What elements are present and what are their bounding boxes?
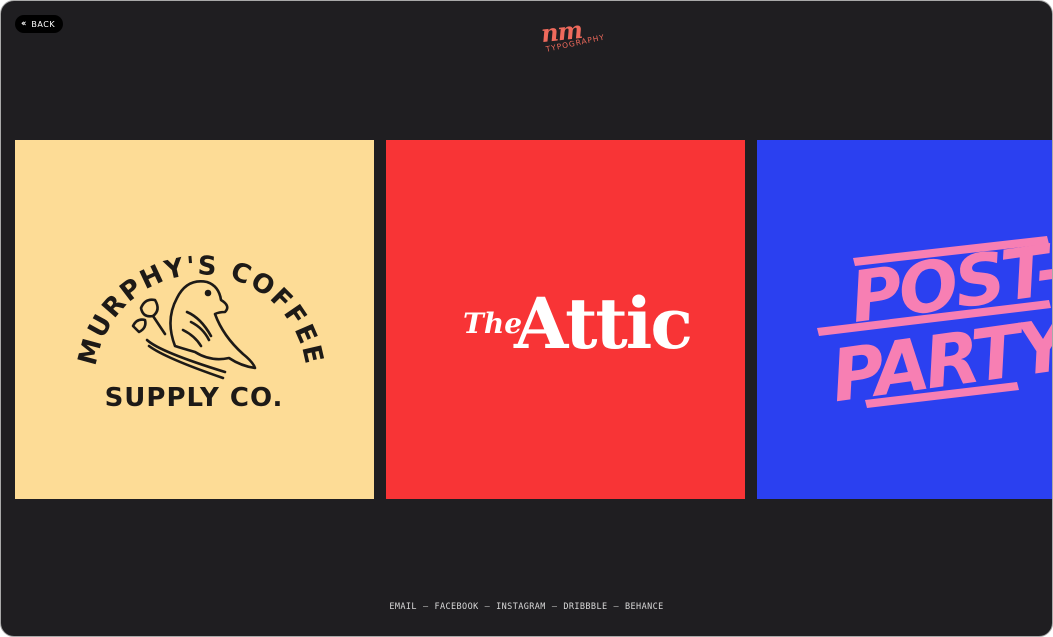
- project-card-murphys-coffee[interactable]: MURPHY'S COFFEE SUPPLY CO.: [15, 140, 374, 499]
- murphys-subtitle: SUPPLY CO.: [105, 383, 284, 413]
- murphys-coffee-badge: MURPHY'S COFFEE SUPPLY CO.: [73, 251, 329, 413]
- murphys-arc-text: MURPHY'S COFFEE: [73, 251, 329, 368]
- post-party-logo: POST- PARTY: [817, 228, 1052, 418]
- footer-separator: —: [422, 602, 429, 612]
- attic-title-text: Attic: [513, 282, 691, 365]
- double-chevron-left-icon: ‹‹: [21, 19, 27, 29]
- footer-link-dribbble[interactable]: DRIBBBLE: [563, 602, 607, 612]
- footer-separator: —: [613, 602, 620, 612]
- portfolio-window: ‹‹ BACK nm TYPOGRAPHY MURPHY'S COFFEE SU…: [0, 0, 1053, 637]
- project-card-the-attic[interactable]: The Attic: [386, 140, 745, 499]
- back-label: BACK: [31, 19, 56, 29]
- project-card-post-party[interactable]: POST- PARTY: [757, 140, 1052, 499]
- footer-link-behance[interactable]: BEHANCE: [625, 602, 664, 612]
- footer-link-email[interactable]: EMAIL: [389, 602, 417, 612]
- footer-separator: —: [551, 602, 558, 612]
- back-button[interactable]: ‹‹ BACK: [15, 15, 64, 33]
- footer-separator: —: [484, 602, 491, 612]
- footer-link-facebook[interactable]: FACEBOOK: [434, 602, 478, 612]
- footer-links: EMAIL — FACEBOOK — INSTAGRAM — DRIBBBLE — BEHANC…: [1, 602, 1052, 612]
- bird-illustration: [131, 280, 257, 380]
- the-attic-logo: The Attic: [463, 282, 693, 365]
- site-logo[interactable]: nm TYPOGRAPHY: [539, 15, 609, 61]
- footer-link-instagram[interactable]: INSTAGRAM: [496, 602, 546, 612]
